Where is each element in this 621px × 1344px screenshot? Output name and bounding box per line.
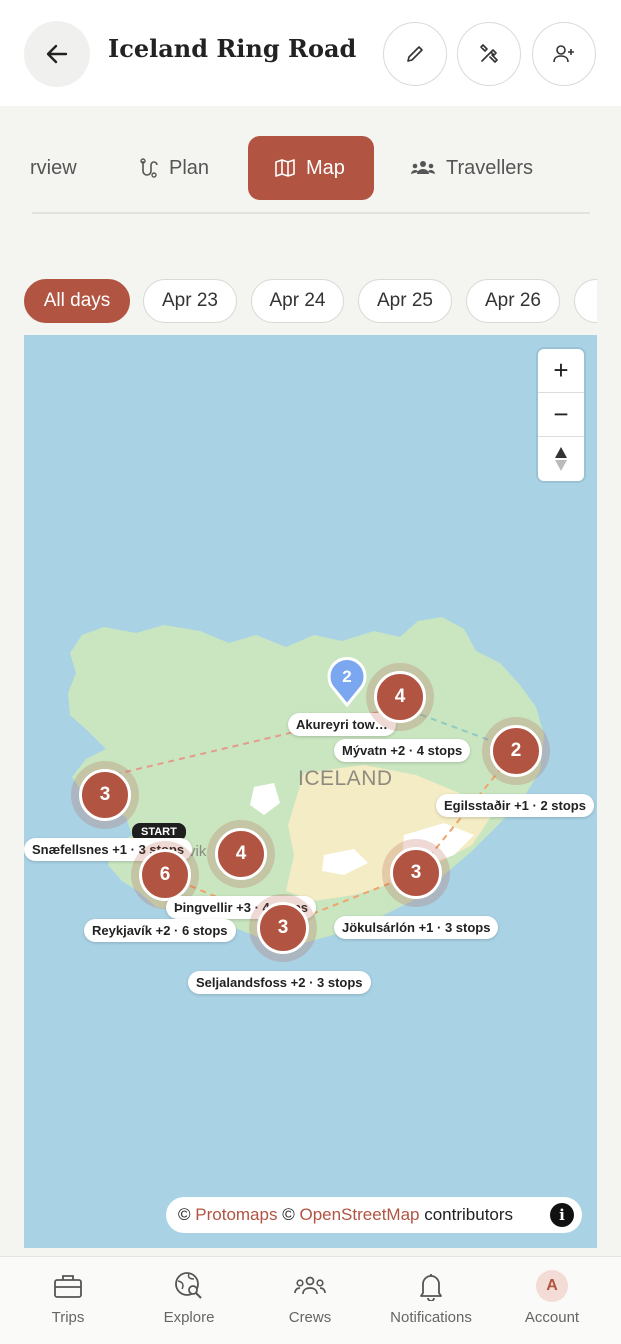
chip-day[interactable]: Apr 24	[251, 279, 344, 323]
nav-notifications[interactable]: Notifications	[371, 1269, 491, 1326]
app-header: Iceland Ring Road	[0, 0, 621, 106]
add-traveller-button[interactable]	[532, 22, 596, 86]
pin-count: 2	[342, 667, 351, 686]
zoom-controls: + −	[538, 349, 584, 481]
nav-explore-label: Explore	[163, 1309, 215, 1326]
tab-travellers[interactable]: Travellers	[410, 136, 533, 200]
nav-account-label: Account	[524, 1309, 580, 1326]
bell-icon	[420, 1274, 442, 1301]
map-icon	[275, 159, 295, 177]
people-icon	[294, 1276, 326, 1295]
back-button[interactable]	[24, 21, 90, 87]
country-label: ICELAND	[298, 767, 393, 790]
page-title: Iceland Ring Road	[108, 34, 357, 63]
zoom-out-button[interactable]: −	[538, 393, 584, 437]
marker-label[interactable]: Seljalandsfoss +2 · 3 stops	[188, 971, 371, 994]
tab-plan-label: Plan	[169, 156, 210, 179]
cluster-marker[interactable]: 2	[490, 725, 542, 777]
cluster-marker[interactable]: 4	[215, 828, 267, 880]
edit-button[interactable]	[383, 22, 447, 86]
avatar: A	[536, 1270, 568, 1302]
attribution-copyright: ©	[178, 1205, 191, 1224]
add-user-icon	[553, 45, 574, 63]
nav-notifications-label: Notifications	[390, 1309, 472, 1326]
trip-tabs: rview Plan Map Travellers	[0, 106, 621, 236]
compass-icon	[555, 447, 567, 471]
bottom-nav: Trips Explore Crews Notifications A Acco…	[0, 1256, 621, 1344]
people-icon	[411, 161, 435, 174]
tab-overview-label: rview	[30, 156, 77, 179]
briefcase-icon	[54, 1275, 82, 1298]
arrow-left-icon	[46, 44, 68, 64]
location-pin-icon[interactable]: 2	[326, 655, 368, 707]
route-icon	[140, 158, 158, 178]
marker-label[interactable]: Egilsstaðir +1 · 2 stops	[436, 794, 594, 817]
day-filter-chips: All days Apr 23 Apr 24 Apr 25 Apr 26	[0, 278, 597, 324]
attribution-suffix: contributors	[424, 1205, 514, 1224]
protomaps-link[interactable]: Protomaps	[195, 1205, 277, 1225]
tabs-divider	[32, 212, 590, 214]
marker-label[interactable]: Mývatn +2 · 4 stops	[334, 739, 471, 762]
cluster-marker[interactable]: 3	[390, 847, 442, 899]
tab-travellers-label: Travellers	[446, 156, 534, 179]
tab-overview[interactable]: rview	[30, 136, 77, 200]
tools-icon	[480, 44, 498, 63]
cluster-marker[interactable]: 3	[257, 902, 309, 954]
chip-day[interactable]: Apr 23	[143, 279, 237, 323]
chip-day[interactable]: Apr 25	[358, 279, 452, 323]
trip-map[interactable]: + − ICELAND 2 Akureyri tow… 4 Mývatn +2 …	[24, 335, 597, 1248]
nav-crews[interactable]: Crews	[250, 1269, 370, 1326]
nav-account[interactable]: A Account	[492, 1269, 612, 1326]
tab-plan[interactable]: Plan	[137, 136, 209, 200]
zoom-in-button[interactable]: +	[538, 349, 584, 393]
attribution-copyright: ©	[282, 1205, 295, 1224]
cluster-marker[interactable]: 3	[79, 769, 131, 821]
chip-all-days[interactable]: All days	[24, 279, 130, 323]
pencil-icon	[407, 46, 423, 62]
tab-map-label: Map	[306, 156, 345, 179]
marker-label[interactable]: Jökulsárlón +1 · 3 stops	[334, 916, 499, 939]
globe-search-icon	[175, 1272, 202, 1299]
reset-north-button[interactable]	[538, 437, 584, 481]
marker-label[interactable]: Reykjavík +2 · 6 stops	[84, 919, 236, 942]
info-icon[interactable]: i	[550, 1203, 574, 1227]
chip-day[interactable]: Apr 26	[466, 279, 560, 323]
nav-trips-label: Trips	[51, 1309, 85, 1326]
marker-label[interactable]: Akureyri tow…	[288, 713, 396, 736]
tab-map[interactable]: Map	[248, 136, 374, 200]
cluster-marker[interactable]: 4	[374, 671, 426, 723]
chip-day-partial[interactable]	[574, 279, 597, 323]
cluster-marker[interactable]: 6	[139, 849, 191, 901]
nav-trips[interactable]: Trips	[8, 1269, 128, 1326]
tools-button[interactable]	[457, 22, 521, 86]
nav-explore[interactable]: Explore	[129, 1269, 249, 1326]
nav-crews-label: Crews	[288, 1309, 332, 1326]
map-attribution: © Protomaps © OpenStreetMap contributors…	[166, 1197, 582, 1233]
openstreetmap-link[interactable]: OpenStreetMap	[299, 1205, 419, 1225]
